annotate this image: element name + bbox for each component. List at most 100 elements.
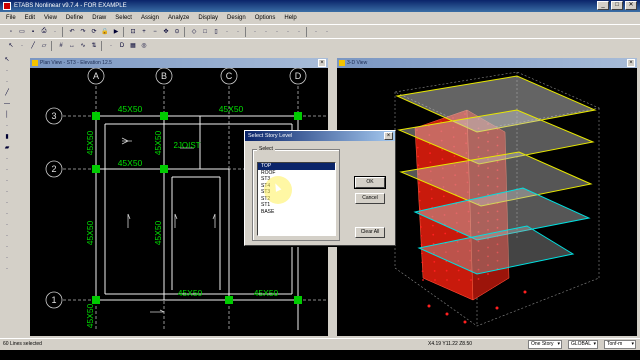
menu-edit[interactable]: Edit [25, 15, 35, 21]
draw-line-icon[interactable]: ╱ [28, 40, 38, 51]
snap-grid-icon[interactable]: · [2, 231, 12, 240]
column[interactable] [294, 296, 302, 304]
move-down-icon[interactable]: · [250, 26, 260, 37]
refresh-icon[interactable]: ⟳ [89, 26, 99, 37]
similar-stories-icon[interactable]: · [2, 253, 12, 262]
redo-icon[interactable]: ↷ [78, 26, 88, 37]
zoom-out-icon[interactable]: − [150, 26, 160, 37]
draw-brace-icon[interactable]: · [2, 121, 12, 130]
toolbar-separator [306, 26, 309, 37]
show-stress-icon[interactable]: · [106, 40, 116, 51]
undo-icon[interactable]: ↶ [67, 26, 77, 37]
draw-grid-icon[interactable]: # [56, 40, 66, 51]
clear-selection-icon[interactable]: · [311, 26, 321, 37]
display-table-icon[interactable]: ▦ [128, 40, 138, 51]
snap-ends-icon[interactable]: · [2, 187, 12, 196]
menu-view[interactable]: View [44, 15, 57, 21]
draw-wall-icon[interactable]: ▮ [2, 132, 12, 141]
save-icon[interactable]: ▪ [28, 26, 38, 37]
elevation-view-icon[interactable]: ▯ [211, 26, 221, 37]
mesh-point [431, 224, 434, 227]
column[interactable] [294, 112, 302, 120]
object-shrink-icon[interactable]: · [261, 26, 271, 37]
move-up-icon[interactable]: · [233, 26, 243, 37]
menu-analyze[interactable]: Analyze [168, 15, 189, 21]
intersect-select-icon[interactable]: · [322, 26, 332, 37]
draw-beam-icon[interactable]: — [2, 99, 12, 108]
perspective-icon[interactable]: · [222, 26, 232, 37]
all-stories-icon[interactable]: · [2, 242, 12, 251]
cancel-button[interactable]: Cancel [355, 193, 385, 204]
menu-define[interactable]: Define [66, 15, 83, 21]
snap-icon[interactable]: ◎ [139, 40, 149, 51]
story-mode-select[interactable]: One Story [528, 340, 562, 349]
snap-perpendicular-icon[interactable]: · [2, 209, 12, 218]
draw-point-icon[interactable]: · [2, 77, 12, 86]
menu-file[interactable]: File [6, 15, 16, 21]
dialog-close-icon[interactable]: × [384, 132, 393, 140]
draw-column-icon[interactable]: │ [2, 110, 12, 119]
coordinate-system-select[interactable]: GLOBAL [568, 340, 598, 349]
rubber-zoom-icon[interactable]: ⊡ [128, 26, 138, 37]
mesh-point [418, 190, 421, 193]
reshape-icon[interactable]: · [17, 40, 27, 51]
new-icon[interactable]: ▫ [6, 26, 16, 37]
units-select[interactable]: Tonf-m [604, 340, 636, 349]
snap-points-icon[interactable]: · [2, 176, 12, 185]
show-deformed-icon[interactable]: ∿ [78, 40, 88, 51]
ok-button[interactable]: OK [354, 176, 386, 189]
restore-view-icon[interactable]: ⊙ [172, 26, 182, 37]
dimension-icon[interactable]: ↔ [67, 40, 77, 51]
column[interactable] [92, 112, 100, 120]
maximize-button[interactable]: □ [611, 1, 623, 10]
menu-select[interactable]: Select [115, 15, 132, 21]
mesh-point [420, 243, 423, 246]
column[interactable] [92, 296, 100, 304]
story-listbox[interactable]: TOP ROOF ST3 ST4 ST3 ST2 ST1 BASE [257, 162, 336, 236]
screen-bottom [0, 350, 640, 360]
column[interactable] [225, 296, 233, 304]
menu-display[interactable]: Display [198, 15, 218, 21]
column[interactable] [160, 112, 168, 120]
plan-view-icon[interactable]: □ [200, 26, 210, 37]
clear-all-button[interactable]: Clear All [355, 227, 385, 238]
menu-assign[interactable]: Assign [141, 15, 159, 21]
draw-dimension-icon[interactable]: · [2, 165, 12, 174]
draw-line-icon[interactable]: ╱ [2, 88, 12, 97]
draw-opening-icon[interactable]: · [2, 154, 12, 163]
reshape-icon[interactable]: · [2, 66, 12, 75]
zoom-in-icon[interactable]: + [139, 26, 149, 37]
app-title: ETABS Nonlinear v9.7.4 - FOR EXAMPLE [14, 3, 127, 9]
story-item[interactable]: BASE [258, 209, 335, 216]
3d-view-icon[interactable]: ◇ [189, 26, 199, 37]
column[interactable] [160, 165, 168, 173]
menu-help[interactable]: Help [284, 15, 296, 21]
snap-lines-icon[interactable]: · [2, 220, 12, 229]
lock-icon[interactable]: 🔒 [100, 26, 110, 37]
draw-area-icon[interactable]: ▱ [39, 40, 49, 51]
one-story-icon[interactable]: · [2, 264, 12, 273]
column[interactable] [92, 165, 100, 173]
pan-icon[interactable]: ✥ [161, 26, 171, 37]
plan-view-close-icon[interactable]: × [318, 59, 326, 67]
print-icon[interactable]: ⎙ [39, 26, 49, 37]
select-all-icon[interactable]: · [283, 26, 293, 37]
draw-floor-icon[interactable]: ▰ [2, 143, 12, 152]
menu-options[interactable]: Options [255, 15, 276, 21]
previous-select-icon[interactable]: · [294, 26, 304, 37]
show-forces-icon[interactable]: ⇅ [89, 40, 99, 51]
close-button[interactable]: ✕ [625, 1, 637, 10]
mesh-point [418, 199, 421, 202]
set-display-icon[interactable]: · [272, 26, 282, 37]
run-icon[interactable]: ▶ [111, 26, 121, 37]
select-pointer-icon[interactable]: ↖ [2, 55, 12, 64]
pointer-icon[interactable]: ↖ [6, 40, 16, 51]
minimize-button[interactable]: _ [597, 1, 609, 10]
snap-intersections-icon[interactable]: · [2, 198, 12, 207]
design-icon[interactable]: D [117, 40, 127, 51]
menu-draw[interactable]: Draw [92, 15, 106, 21]
menu-design[interactable]: Design [227, 15, 246, 21]
3d-view-close-icon[interactable]: × [627, 59, 635, 67]
open-icon[interactable]: ▭ [17, 26, 27, 37]
print-preview-icon[interactable]: · [50, 26, 60, 37]
